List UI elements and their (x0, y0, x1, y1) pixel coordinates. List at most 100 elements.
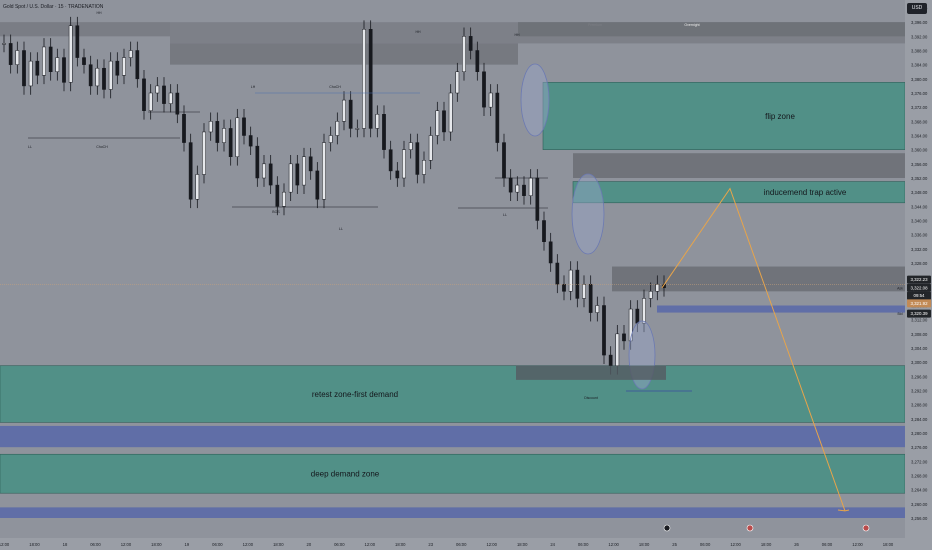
structure-label: LH (251, 85, 256, 89)
price-axis-tick: 3,292.00 (911, 389, 928, 394)
price-axis-tick: 3,288.00 (911, 403, 928, 408)
time-axis-tick: 12:00 (486, 542, 497, 547)
candle (322, 133, 326, 209)
time-axis-tick: 06:00 (212, 542, 223, 547)
structure-label: HH (514, 33, 520, 37)
zone-discount-block (516, 365, 666, 380)
price-axis-tick: 3,380.00 (911, 77, 928, 82)
price-axis-tick: 3,368.00 (911, 119, 928, 124)
time-axis-tick: 06:00 (822, 542, 833, 547)
price-axis-tick: 3,332.00 (911, 247, 928, 252)
price-tag-countdown: 09:54 (914, 293, 926, 298)
time-axis-tick: 06:00 (334, 542, 345, 547)
price-axis-tick: 3,376.00 (911, 91, 928, 96)
price-axis-tick: 3,296.00 (911, 374, 928, 379)
price-axis-tick: 3,260.00 (911, 502, 928, 507)
chart-root[interactable]: PremiumOvernightflip zoneinducemend trap… (0, 0, 932, 550)
zone-teal-9 (0, 453, 906, 494)
time-axis-tick: 18:00 (639, 542, 650, 547)
price-axis-tick: 3,264.00 (911, 488, 928, 493)
ask-label: Ask (897, 286, 903, 290)
symbol-title: Gold Spot / U.S. Dollar · 15 · TRADENATI… (3, 4, 104, 10)
price-axis-tick: 3,344.00 (911, 204, 928, 209)
zone-label-4: inducemend trap active (764, 188, 847, 197)
price-axis-tick: 3,348.00 (911, 190, 928, 195)
structure-label: ChoCH (96, 145, 108, 149)
structure-label: LL (339, 227, 343, 231)
zone-label-9: deep demand zone (311, 470, 380, 479)
price-axis-tick: 3,328.00 (911, 261, 928, 266)
candle (495, 84, 500, 152)
time-axis-tick: 06:00 (578, 542, 589, 547)
bid-label: Bid (897, 312, 902, 316)
price-axis-tick: 3,276.00 (911, 445, 928, 450)
price-axis-tick: 3,388.00 (911, 49, 928, 54)
structure-label: LL (28, 145, 32, 149)
zone-teal-4 (572, 181, 906, 204)
price-axis-tick: 3,384.00 (911, 63, 928, 68)
event-icon (663, 524, 671, 532)
price-chart[interactable]: PremiumOvernightflip zoneinducemend trap… (0, 0, 932, 550)
time-axis-tick: 18:00 (151, 542, 162, 547)
structure-label: Discount (584, 396, 598, 400)
time-axis-tick: 06:00 (456, 542, 467, 547)
structure-label: ChoCH (329, 85, 341, 89)
price-axis-tick: 3,356.00 (911, 162, 928, 167)
price-tag-current: 3,321.92 (910, 301, 928, 306)
price-axis-tick: 3,272.00 (911, 459, 928, 464)
zone-blue-10 (0, 507, 905, 518)
price-axis-tick: 3,360.00 (911, 148, 928, 153)
zone-dark-1 (518, 22, 905, 37)
zone-label-7: retest zone-first demand (312, 390, 398, 399)
time-axis-tick: 12:00 (730, 542, 741, 547)
zone-label-1: Overnight (684, 23, 699, 27)
zone-blue-8 (0, 425, 905, 448)
zone-blue-6 (657, 305, 905, 313)
zone-overhead-left (0, 22, 170, 37)
highlight-ellipse (571, 173, 605, 255)
time-axis-tick: 18:00 (273, 542, 284, 547)
time-axis-tick: 26 (794, 542, 799, 547)
candle (202, 123, 206, 184)
price-axis-tick: 3,340.00 (911, 219, 928, 224)
price-axis-tick: 3,392.00 (911, 34, 928, 39)
time-axis-tick: 12:00 (608, 542, 619, 547)
time-axis-tick: 18:00 (517, 542, 528, 547)
time-axis-tick: 18:00 (761, 542, 772, 547)
time-axis-tick: 12:00 (365, 542, 376, 547)
time-axis-tick: 24 (550, 542, 555, 547)
time-axis-tick: 06:00 (90, 542, 101, 547)
price-axis-tick: 3,300.00 (911, 360, 928, 365)
price-axis-tick: 3,364.00 (911, 134, 928, 139)
time-axis-tick: 18:00 (883, 542, 894, 547)
structure-label: BOS (272, 210, 280, 214)
zone-teal-7 (0, 365, 906, 423)
price-axis-tick: 3,284.00 (911, 417, 928, 422)
time-axis-tick: 06:00 (700, 542, 711, 547)
price-axis-tick: 3,256.00 (911, 516, 928, 521)
candle (362, 20, 366, 138)
price-axis-tick: 3,352.00 (911, 176, 928, 181)
price-tag-bid: 3,322.08 (910, 285, 928, 290)
candle (602, 296, 606, 364)
price-axis-tick: 3,372.00 (911, 105, 928, 110)
time-axis-tick: 18:00 (395, 542, 406, 547)
time-axis-tick: 25 (672, 542, 677, 547)
zone-label-2: flip zone (765, 112, 795, 121)
time-axis-tick: 18:00 (29, 542, 40, 547)
price-axis-tick: 3,396.00 (911, 20, 928, 25)
highlight-ellipse (520, 63, 550, 137)
time-axis-tick: 19 (185, 542, 190, 547)
price-axis-tick: 3,312.00 (911, 318, 928, 323)
price-axis-tick: 3,304.00 (911, 346, 928, 351)
currency-button[interactable]: USD (907, 3, 927, 14)
price-tag-ask: 3,322.23 (910, 277, 928, 282)
price-axis-tick: 3,268.00 (911, 474, 928, 479)
price-axis-tick: 3,336.00 (911, 233, 928, 238)
zone-teal-2 (542, 82, 906, 150)
structure-label: HH (96, 11, 102, 15)
zone-dark-3 (573, 153, 905, 178)
time-axis-tick: 18 (63, 542, 68, 547)
structure-label: LL (503, 213, 507, 217)
time-axis-tick: 23 (428, 542, 433, 547)
